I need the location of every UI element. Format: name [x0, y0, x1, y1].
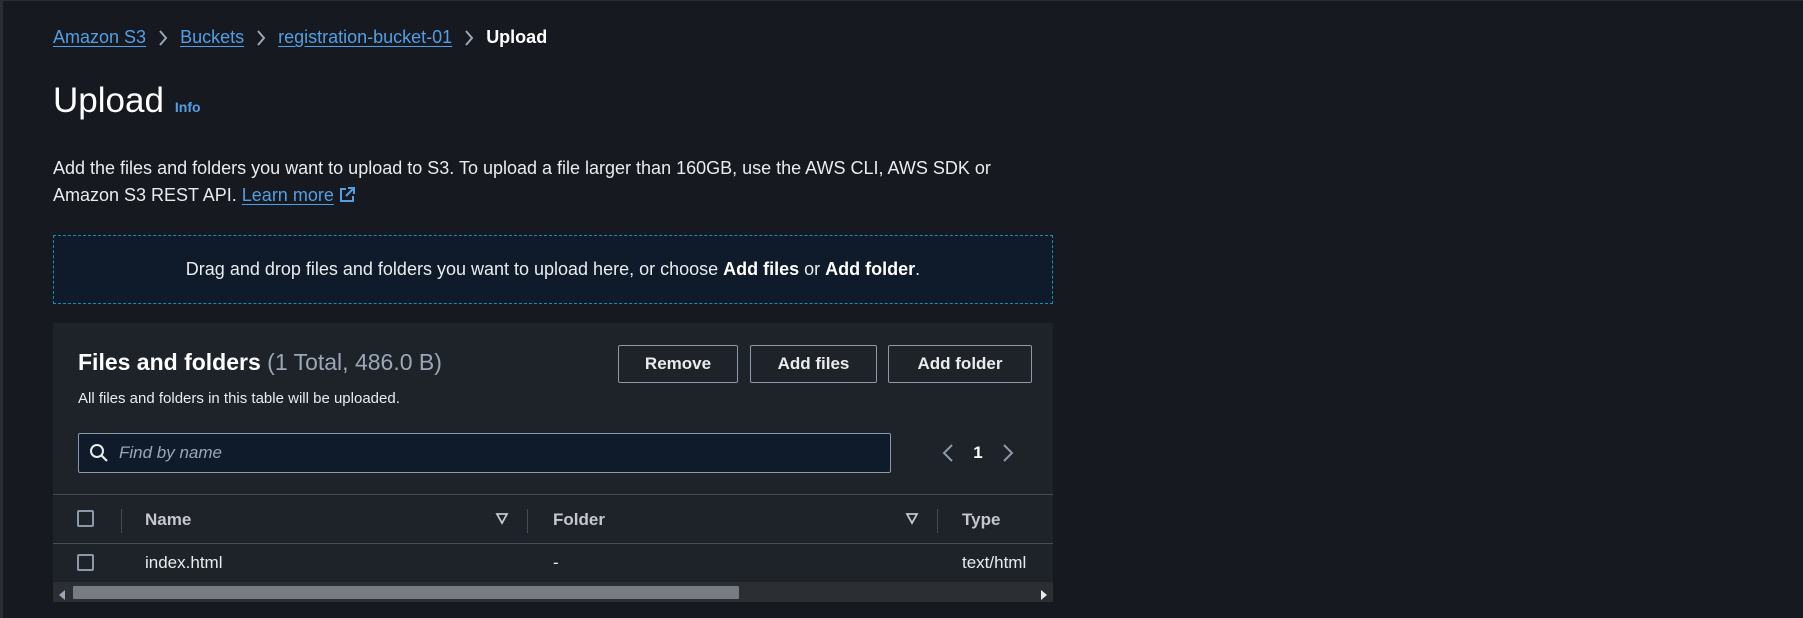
learn-more-link[interactable]: Learn more	[242, 185, 356, 205]
add-files-button[interactable]: Add files	[750, 345, 877, 383]
learn-more-label: Learn more	[241, 185, 334, 205]
column-header-type[interactable]: Type	[962, 510, 1000, 530]
page-title: Upload	[53, 81, 164, 120]
breadcrumb-amazon-s3[interactable]: Amazon S3	[53, 27, 146, 48]
dropzone-text-suffix: .	[915, 259, 921, 279]
page: Amazon S3 Buckets registration-bucket-01…	[0, 0, 1803, 618]
dropzone-add-folder: Add folder	[825, 259, 916, 279]
breadcrumb: Amazon S3 Buckets registration-bucket-01…	[53, 27, 547, 48]
description-text: Add the files and folders you want to up…	[53, 158, 991, 205]
scroll-left-icon[interactable]	[59, 587, 67, 602]
horizontal-scrollbar[interactable]	[53, 582, 1053, 602]
table-header: Name Folder Type	[53, 494, 1053, 544]
page-description: Add the files and folders you want to up…	[53, 155, 1056, 209]
column-header-folder[interactable]: Folder	[553, 510, 605, 530]
search-icon	[79, 443, 119, 463]
breadcrumb-buckets[interactable]: Buckets	[180, 27, 244, 48]
search-box	[78, 433, 891, 473]
sort-down-icon[interactable]	[495, 512, 509, 531]
upload-dropzone[interactable]: Drag and drop files and folders you want…	[53, 235, 1053, 304]
dropzone-text-or: or	[799, 259, 826, 279]
chevron-left-icon[interactable]	[933, 443, 963, 463]
page-number[interactable]: 1	[963, 443, 993, 463]
info-link[interactable]: Info	[175, 99, 201, 115]
cell-folder: -	[553, 553, 559, 572]
cell-type: text/html	[962, 553, 1027, 572]
table-row[interactable]: index.html - text/html	[53, 544, 1053, 582]
column-divider	[121, 509, 122, 533]
remove-button[interactable]: Remove	[618, 345, 738, 383]
cell-name: index.html	[145, 553, 223, 572]
panel-title-text: Files and folders	[78, 349, 261, 375]
column-divider	[527, 509, 528, 533]
scrollbar-thumb[interactable]	[73, 586, 739, 599]
pagination: 1	[933, 433, 1023, 473]
column-divider	[937, 509, 938, 533]
add-folder-button[interactable]: Add folder	[888, 345, 1032, 383]
select-all-checkbox[interactable]	[77, 510, 94, 527]
panel-title: Files and folders (1 Total, 486.0 B)	[78, 349, 442, 376]
sort-down-icon[interactable]	[905, 512, 919, 531]
breadcrumb-current: Upload	[486, 27, 548, 47]
chevron-right-icon[interactable]	[993, 443, 1023, 463]
search-input[interactable]	[119, 434, 890, 472]
dropzone-text-prefix: Drag and drop files and folders you want…	[185, 259, 724, 279]
chevron-right-icon	[244, 27, 278, 48]
row-checkbox[interactable]	[77, 554, 94, 571]
chevron-right-icon	[452, 27, 486, 48]
files-and-folders-panel: Files and folders (1 Total, 486.0 B) All…	[53, 323, 1053, 602]
panel-count: (1 Total, 486.0 B)	[267, 349, 442, 375]
column-header-name[interactable]: Name	[145, 510, 191, 530]
title-row: Upload Info	[53, 81, 201, 121]
scroll-right-icon[interactable]	[1039, 587, 1047, 602]
panel-subtitle: All files and folders in this table will…	[78, 390, 400, 407]
breadcrumb-bucket[interactable]: registration-bucket-01	[278, 27, 452, 48]
dropzone-add-files: Add files	[723, 259, 800, 279]
external-link-icon	[339, 187, 355, 202]
chevron-right-icon	[146, 27, 180, 48]
